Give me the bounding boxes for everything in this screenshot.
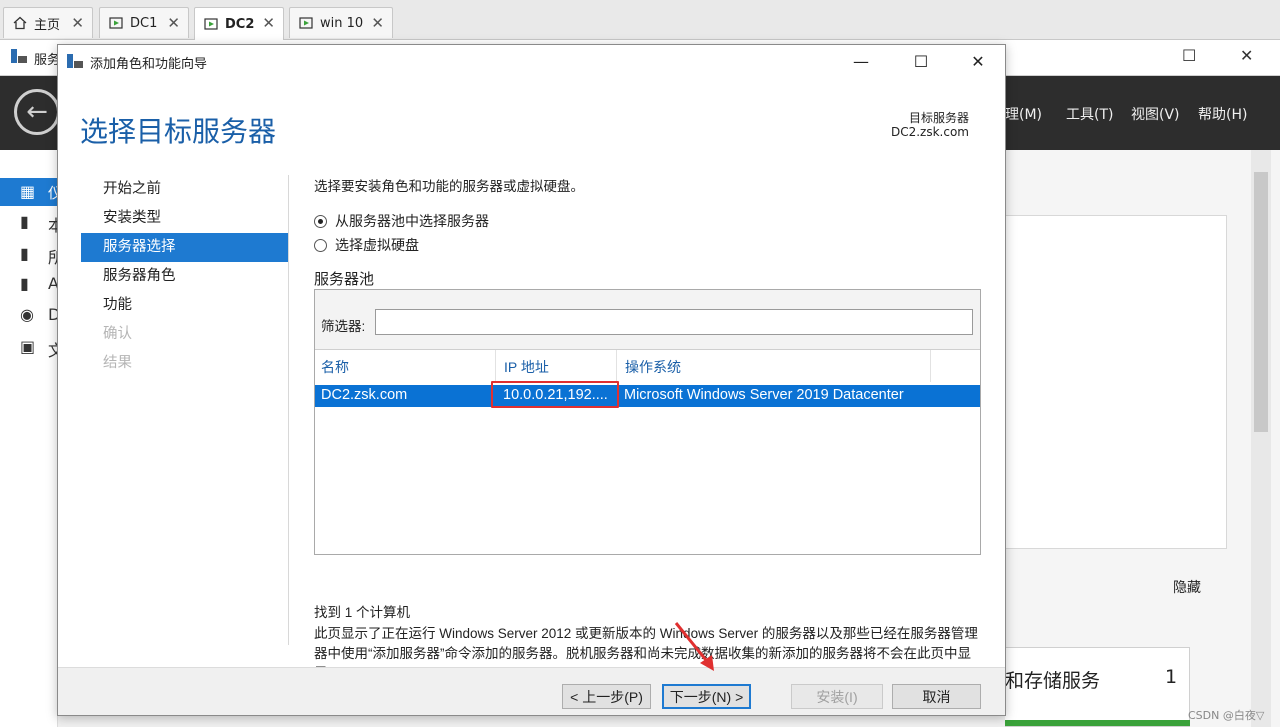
server-manager-content: 隐藏 和存储服务 1 — [1005, 150, 1280, 727]
close-icon[interactable]: ✕ — [1240, 46, 1253, 65]
ip-highlight-box — [491, 381, 619, 408]
column-divider[interactable] — [495, 350, 496, 382]
step-before-you-begin[interactable]: 开始之前 — [81, 175, 288, 204]
filter-area: 筛选器: — [315, 290, 980, 350]
close-icon[interactable]: ✕ — [371, 14, 384, 32]
sidebar-item-dashboard[interactable]: ▦ 仪 — [0, 178, 63, 206]
servers-icon: ▮ — [20, 244, 29, 263]
dialog-footer: < 上一步(P) 下一步(N) > 安装(I) 取消 — [58, 667, 1005, 715]
tab-label: 主页 — [34, 17, 61, 33]
menu-help[interactable]: 帮助(H) — [1198, 104, 1247, 124]
minimize-icon[interactable]: — — [846, 49, 876, 73]
scrollbar-thumb[interactable] — [1254, 172, 1268, 432]
cell-os: Microsoft Windows Server 2019 Datacenter — [624, 387, 904, 403]
close-icon[interactable]: ✕ — [262, 14, 275, 32]
step-results: 结果 — [103, 355, 132, 371]
step-confirmation: 确认 — [103, 326, 132, 342]
install-button: 安装(I) — [791, 684, 883, 709]
vm-icon — [298, 15, 314, 31]
target-server-value: DC2.zsk.com — [890, 125, 969, 139]
column-os[interactable]: 操作系统 — [625, 357, 681, 377]
sidebar-item-file-services[interactable]: ▣ 文 — [20, 337, 64, 361]
vm-icon — [108, 15, 124, 31]
step-features[interactable]: 功能 — [81, 291, 288, 320]
filter-label: 筛选器: — [321, 319, 366, 334]
back-arrow-icon[interactable]: ← — [14, 89, 60, 135]
tab-win10[interactable]: win 10 ✕ — [289, 7, 393, 38]
role-tile[interactable]: 和存储服务 1 — [1005, 647, 1190, 727]
table-row[interactable]: DC2.zsk.com 10.0.0.21,192.... Microsoft … — [315, 381, 980, 408]
server-manager-icon — [10, 48, 28, 68]
ad-icon: ▮ — [20, 274, 29, 293]
column-name[interactable]: 名称 — [321, 357, 349, 377]
column-divider[interactable] — [930, 350, 931, 382]
dialog-titlebar: 添加角色和功能向导 — ☐ ✕ — [58, 45, 1005, 77]
sidebar-item-ad[interactable]: ▮ A — [20, 274, 59, 298]
radio-server-pool-label: 从服务器池中选择服务器 — [335, 213, 489, 229]
tile-title: 和存储服务 — [1005, 670, 1101, 692]
sidebar-item-all-servers[interactable]: ▮ 所 — [20, 244, 64, 268]
tab-dc1[interactable]: DC1 ✕ — [99, 7, 189, 38]
welcome-panel: 隐藏 — [1005, 215, 1227, 596]
close-icon[interactable]: ✕ — [963, 49, 993, 73]
step-installation-type[interactable]: 安装类型 — [81, 204, 288, 233]
wizard-icon — [66, 53, 84, 73]
previous-button[interactable]: < 上一步(P) — [562, 684, 651, 709]
tab-dc2[interactable]: DC2 ✕ — [194, 7, 284, 40]
menu-view[interactable]: 视图(V) — [1131, 104, 1180, 124]
vm-tab-strip: 主页 ✕ DC1 ✕ DC2 ✕ win 10 ✕ — [0, 0, 1280, 40]
radio-server-pool[interactable]: 从服务器池中选择服务器 — [314, 211, 489, 231]
tab-label: DC1 — [130, 15, 158, 31]
grid-header: 名称 IP 地址 操作系统 — [315, 350, 980, 382]
radio-virtual-disk[interactable]: 选择虚拟硬盘 — [314, 235, 419, 255]
cancel-button[interactable]: 取消 — [892, 684, 981, 709]
tab-label: DC2 — [225, 16, 255, 32]
server-manager-sidebar: ▦ 仪 ▮ 本 ▮ 所 ▮ A ◉ D ▣ 文 — [0, 150, 64, 727]
vm-icon — [203, 16, 219, 32]
target-server-label: 目标服务器 — [908, 111, 969, 125]
maximize-icon[interactable]: ☐ — [1182, 46, 1196, 65]
tab-home[interactable]: 主页 ✕ — [3, 7, 93, 38]
tile-count: 1 — [1165, 666, 1178, 688]
server-pool-label: 服务器池 — [314, 271, 375, 288]
dialog-title: 添加角色和功能向导 — [90, 57, 208, 72]
maximize-icon[interactable]: ☐ — [906, 49, 936, 73]
step-server-selection[interactable]: 服务器选择 — [81, 233, 288, 262]
hide-link[interactable]: 隐藏 — [1173, 577, 1201, 597]
close-icon[interactable]: ✕ — [167, 14, 180, 32]
sidebar-item-dns[interactable]: ◉ D — [20, 305, 60, 329]
server-icon: ▮ — [20, 212, 29, 231]
page-title: 选择目标服务器 — [80, 116, 277, 147]
column-ip[interactable]: IP 地址 — [504, 357, 549, 377]
add-roles-wizard-dialog: 添加角色和功能向导 — ☐ ✕ 选择目标服务器 目标服务器 DC2.zsk.co… — [57, 44, 1006, 716]
file-services-icon: ▣ — [20, 337, 36, 356]
watermark: CSDN @白夜▽ — [1188, 709, 1265, 722]
next-button[interactable]: 下一步(N) > — [662, 684, 751, 709]
server-pool-box: 筛选器: 名称 IP 地址 操作系统 DC2.zsk.com 10.0.0.21… — [314, 289, 981, 555]
step-server-roles[interactable]: 服务器角色 — [81, 262, 288, 291]
wizard-steps: 开始之前 安装类型 服务器选择 服务器角色 功能 确认 结果 — [81, 175, 288, 378]
tab-label: win 10 — [320, 15, 364, 31]
annotation-arrow-icon — [674, 622, 714, 671]
dashboard-icon: ▦ — [20, 182, 36, 201]
sidebar-item-local-server[interactable]: ▮ 本 — [20, 212, 64, 236]
scrollbar[interactable] — [1251, 150, 1271, 727]
menu-manage[interactable]: 理(M) — [1005, 104, 1042, 124]
home-icon — [12, 15, 28, 31]
radio-unchecked-icon[interactable] — [314, 238, 327, 252]
status-bar — [1005, 720, 1190, 726]
radio-virtual-disk-label: 选择虚拟硬盘 — [335, 237, 419, 253]
cell-name: DC2.zsk.com — [321, 387, 408, 403]
dns-icon: ◉ — [20, 305, 34, 324]
column-divider[interactable] — [616, 350, 617, 382]
found-count: 找到 1 个计算机 — [314, 605, 411, 620]
radio-checked-icon[interactable] — [314, 214, 327, 228]
filter-input[interactable] — [375, 309, 973, 335]
close-icon[interactable]: ✕ — [71, 14, 84, 32]
menu-tools[interactable]: 工具(T) — [1066, 104, 1113, 124]
nav-divider — [288, 175, 289, 645]
page-description: 选择要安装角色和功能的服务器或虚拟硬盘。 — [314, 179, 584, 194]
